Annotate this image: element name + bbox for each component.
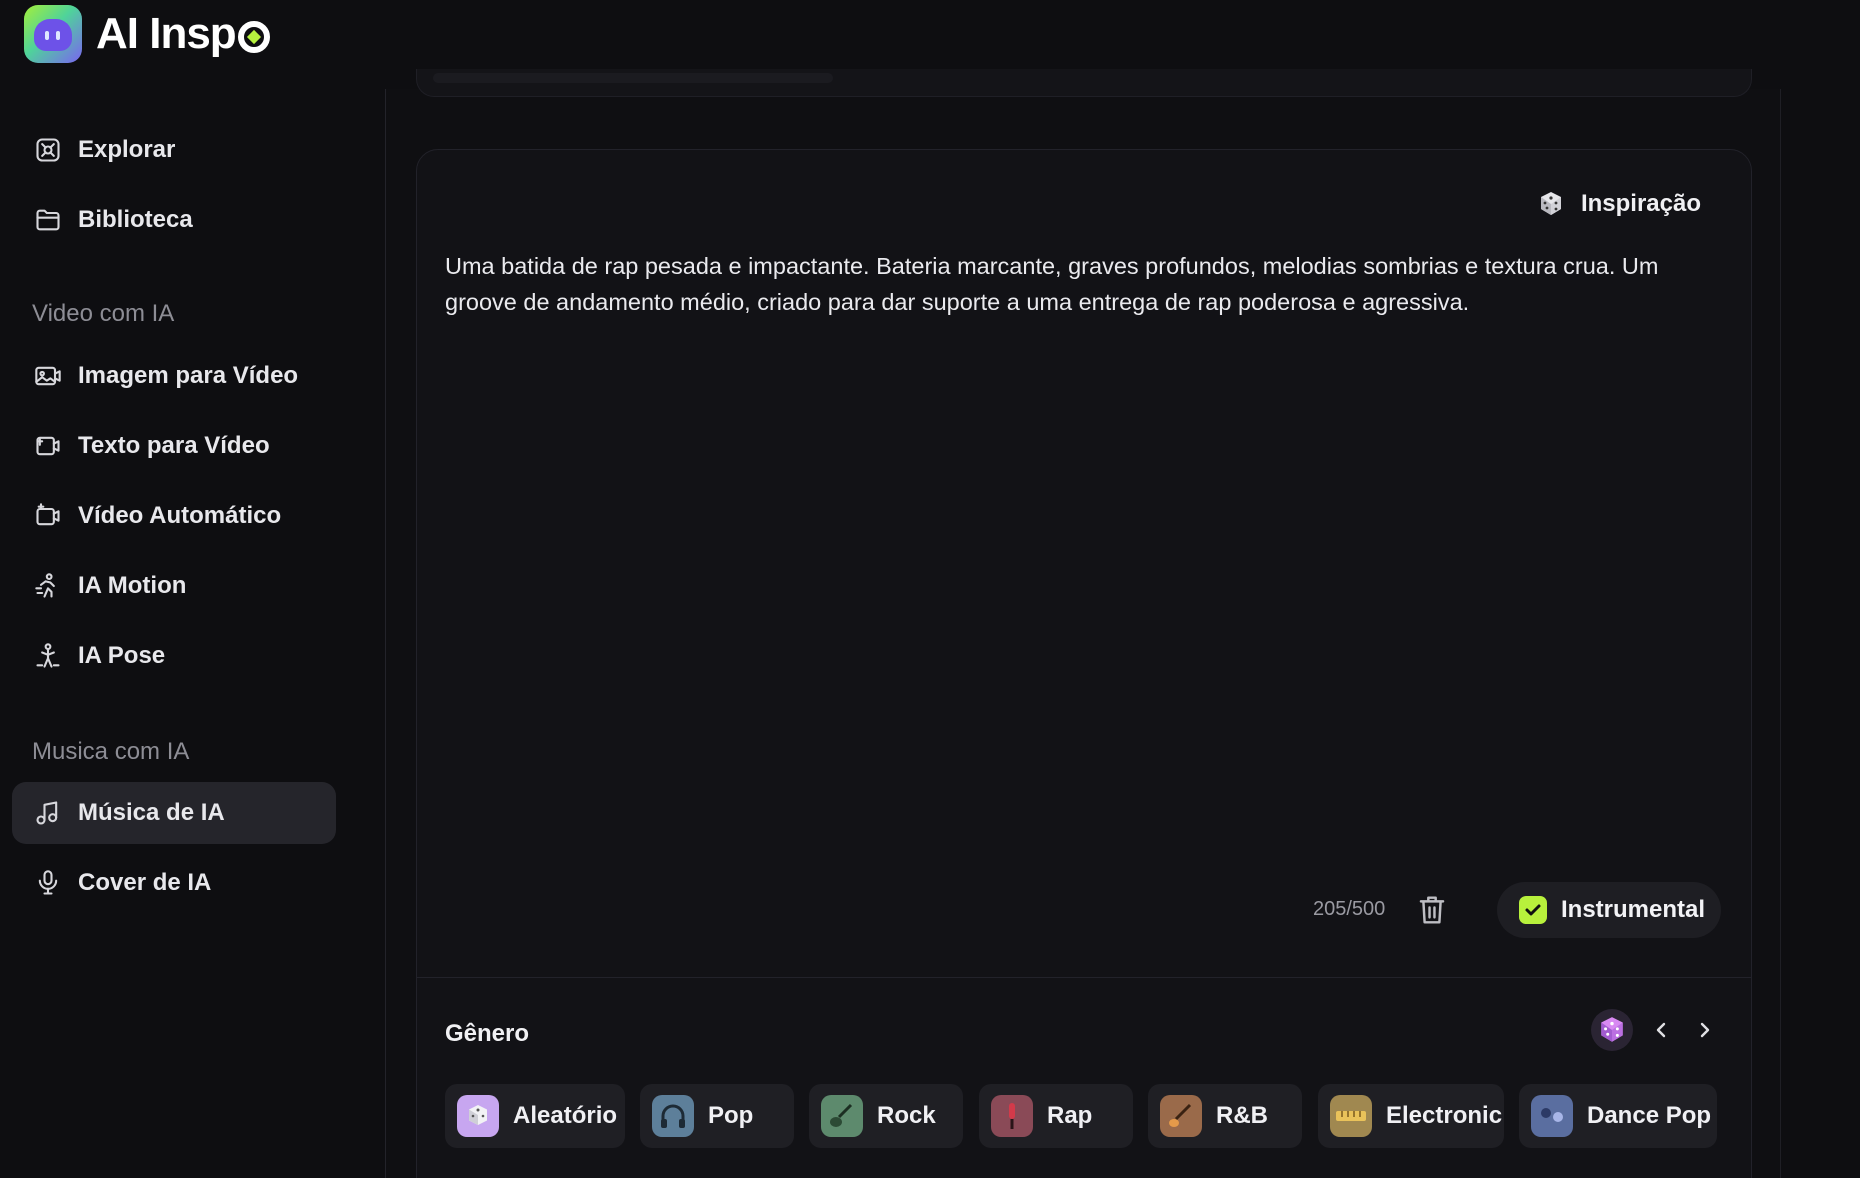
genre-chip-rock[interactable]: Rock [809, 1084, 963, 1148]
text-to-video-icon [32, 430, 64, 462]
section-label-video: Video com IA [32, 300, 175, 327]
genre-title: Gênero [445, 1020, 530, 1047]
sidebar-item-cover-de-ia[interactable]: Cover de IA [12, 852, 336, 914]
sidebar-item-video-automatico[interactable]: Vídeo Automático [12, 485, 336, 547]
char-counter: 205/500 [1313, 898, 1386, 920]
prompt-textarea[interactable]: Uma batida de rap pesada e impactante. B… [445, 248, 1735, 320]
previous-card-edge [416, 69, 1752, 97]
violin-icon [1160, 1095, 1202, 1137]
auto-video-icon [32, 500, 64, 532]
explore-icon [32, 134, 64, 166]
brand-name: AI Insp [96, 9, 270, 59]
music-icon [32, 797, 64, 829]
dice-icon [457, 1095, 499, 1137]
sidebar-item-label: Imagem para Vídeo [78, 362, 299, 389]
sidebar-item-label: Texto para Vídeo [78, 432, 270, 459]
genre-chip-electronic[interactable]: Electronic [1318, 1084, 1504, 1148]
sidebar-item-label: Cover de IA [78, 869, 212, 896]
sidebar-item-ia-pose[interactable]: IA Pose [12, 625, 336, 687]
main-content: Inspiração Uma batida de rap pesada e im… [386, 69, 1780, 1178]
instrumental-toggle[interactable]: Instrumental [1497, 882, 1721, 938]
instrumental-label: Instrumental [1561, 896, 1706, 923]
section-label-music: Musica com IA [32, 738, 190, 765]
logo-mark-icon [24, 5, 82, 63]
card-divider [417, 977, 1751, 978]
sidebar-item-explorar[interactable]: Explorar [12, 119, 336, 181]
sidebar-item-label: Explorar [78, 136, 176, 163]
guitar-icon [821, 1095, 863, 1137]
pose-icon [32, 640, 64, 672]
headphones-icon [652, 1095, 694, 1137]
chevron-left-icon [1656, 1022, 1666, 1038]
clear-prompt-button[interactable] [1417, 894, 1447, 926]
genre-chip-dance-pop[interactable]: Dance Pop [1519, 1084, 1717, 1148]
sidebar-item-biblioteca[interactable]: Biblioteca [12, 189, 336, 251]
dice-icon [1601, 1017, 1623, 1042]
inspiration-button[interactable]: Inspiração [1537, 190, 1701, 218]
prompt-card: Inspiração Uma batida de rap pesada e im… [416, 149, 1752, 1178]
dice-icon [1540, 192, 1561, 215]
genre-chip-label: Pop [708, 1102, 754, 1129]
sidebar-item-label: Vídeo Automático [78, 502, 282, 529]
genre-chip-rap[interactable]: Rap [979, 1084, 1133, 1148]
genre-chip-label: Electronic [1386, 1102, 1503, 1129]
genre-chip-label: Rock [877, 1102, 936, 1129]
mic-icon [991, 1095, 1033, 1137]
checkbox-checked-icon [1519, 896, 1547, 924]
mic-icon [32, 867, 64, 899]
genre-chip-label: Aleatório [513, 1102, 618, 1129]
brand-name-text: AI Insp [96, 9, 237, 58]
genre-next-button[interactable] [1688, 1014, 1720, 1046]
chevron-right-icon [1700, 1022, 1710, 1038]
sidebar-item-ia-motion[interactable]: IA Motion [12, 555, 336, 617]
genre-prev-button[interactable] [1646, 1014, 1678, 1046]
inspiration-label: Inspiração [1580, 190, 1701, 217]
genre-chip-pop[interactable]: Pop [640, 1084, 794, 1148]
sidebar-item-texto-para-video[interactable]: Texto para Vídeo [12, 415, 336, 477]
genre-chip-label: R&B [1216, 1102, 1268, 1129]
sidebar-item-label: IA Pose [78, 642, 166, 669]
sidebar-item-musica-de-ia[interactable]: Música de IA [12, 782, 336, 844]
motion-icon [32, 570, 64, 602]
sidebar-item-imagem-para-video[interactable]: Imagem para Vídeo [12, 345, 336, 407]
sidebar-item-label: Biblioteca [78, 206, 193, 233]
trash-icon [1419, 896, 1445, 924]
image-to-video-icon [32, 360, 64, 392]
sidebar-item-label: IA Motion [78, 572, 187, 599]
sidebar-item-label: Música de IA [78, 799, 225, 826]
genre-chip-aleatorio[interactable]: Aleatório [445, 1084, 625, 1148]
keyboard-icon [1330, 1095, 1372, 1137]
genre-chip-rnb[interactable]: R&B [1148, 1084, 1302, 1148]
folder-icon [32, 204, 64, 236]
logo-o-icon [237, 21, 270, 53]
genre-chip-label: Dance Pop [1587, 1102, 1712, 1129]
right-panel-edge [1780, 89, 1860, 1178]
genre-chip-label: Rap [1047, 1102, 1093, 1129]
brand-logo[interactable]: AI Insp [24, 5, 270, 63]
dance-icon [1531, 1095, 1573, 1137]
sidebar: Explorar Biblioteca Video com IA Imagem … [0, 89, 386, 1178]
random-genre-button[interactable] [1591, 1009, 1633, 1051]
